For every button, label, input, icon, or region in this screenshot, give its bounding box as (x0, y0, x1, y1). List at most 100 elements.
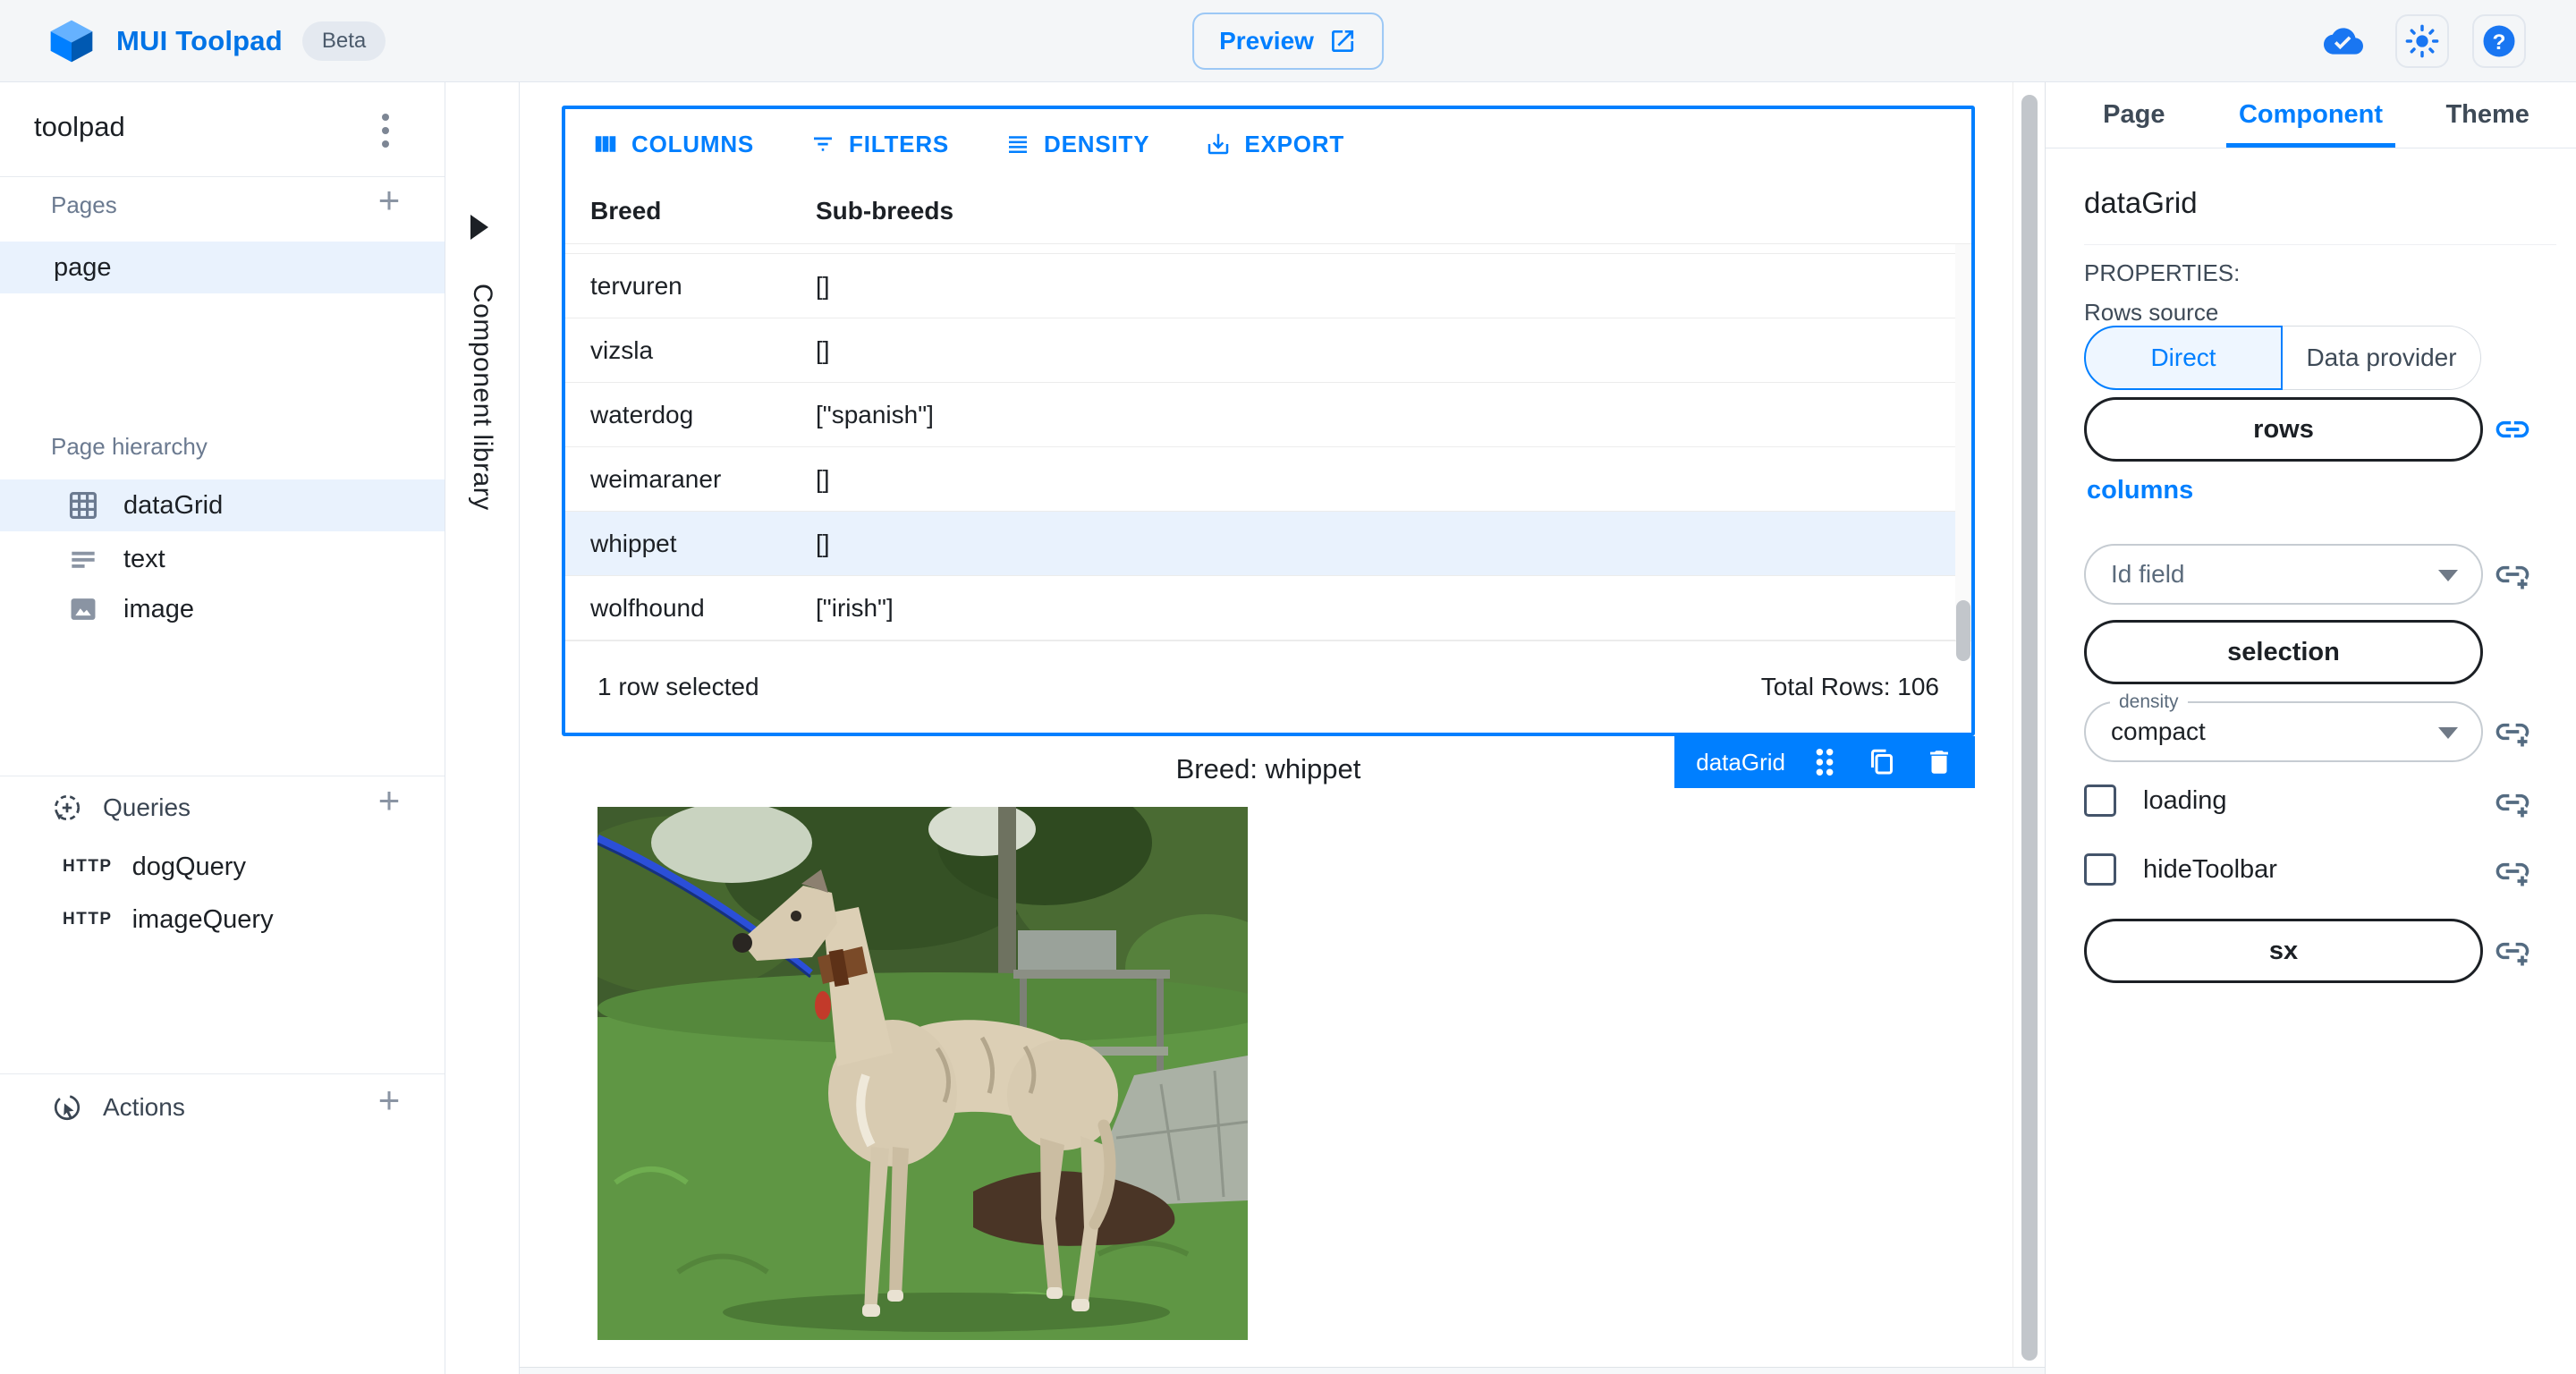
query-item-dogquery[interactable]: HTTP dogQuery (0, 841, 445, 893)
rows-property-button[interactable]: rows (2084, 397, 2483, 462)
beta-badge: Beta (302, 21, 386, 61)
text-component[interactable]: Breed: whippet (562, 753, 1975, 785)
inspector-panel: Page Component Theme dataGrid PROPERTIES… (2045, 82, 2576, 1374)
export-button[interactable]: EXPORT (1205, 131, 1344, 158)
main-area: toolpad Pages + page Page hierarchy data… (0, 82, 2576, 1374)
loading-add-binding-icon[interactable] (2493, 783, 2532, 822)
image-component-whippet-photo[interactable] (597, 807, 1248, 1340)
actions-section-header: Actions (51, 1091, 185, 1124)
filters-button-label: FILTERS (849, 131, 949, 158)
hierarchy-item-text[interactable]: text (0, 533, 445, 585)
theme-toggle-button[interactable] (2395, 14, 2449, 68)
datagrid-header-row: Breed Sub-breeds (565, 179, 1971, 244)
datagrid-footer: 1 row selected Total Rows: 106 (565, 640, 1971, 732)
cell-breed: waterdog (565, 401, 816, 429)
light-mode-sun-icon (2405, 24, 2439, 58)
hierarchy-item-datagrid[interactable]: dataGrid (0, 479, 445, 531)
sx-property-button[interactable]: sx (2084, 919, 2483, 983)
component-library-panel[interactable]: Component library (445, 82, 520, 1374)
data-grid-icon (66, 488, 100, 522)
preview-button[interactable]: Preview (1192, 13, 1384, 70)
density-add-binding-icon[interactable] (2493, 712, 2532, 751)
canvas-scrollbar[interactable] (2012, 82, 2045, 1374)
tab-page[interactable]: Page (2046, 82, 2223, 148)
id-field-placeholder: Id field (2111, 560, 2185, 589)
component-library-label: Component library (467, 284, 497, 511)
help-button[interactable]: ? (2472, 14, 2526, 68)
table-row[interactable]: vizsla [] (565, 318, 1971, 383)
tab-theme[interactable]: Theme (2399, 82, 2576, 148)
queries-section-header: Queries (51, 792, 191, 824)
preview-button-label: Preview (1219, 27, 1314, 55)
column-header-breed[interactable]: Breed (565, 197, 816, 225)
table-row[interactable]: tervuren [] (565, 254, 1971, 318)
query-item-label: imageQuery (132, 905, 274, 935)
id-field-add-binding-icon[interactable] (2493, 555, 2532, 594)
cell-sub-breeds: ["irish"] (816, 594, 894, 623)
columns-button[interactable]: COLUMNS (592, 131, 754, 158)
hierarchy-item-label: dataGrid (123, 491, 223, 521)
page-hierarchy-label: Page hierarchy (51, 433, 208, 461)
partial-row (565, 244, 1971, 254)
datagrid-scrollbar[interactable] (1955, 244, 1971, 640)
total-rows: Total Rows: 106 (1761, 673, 1939, 701)
canvas-scrollbar-thumb[interactable] (2021, 95, 2038, 1361)
filter-icon (809, 131, 836, 157)
chevron-down-icon (2438, 727, 2458, 739)
tab-component[interactable]: Component (2223, 82, 2400, 148)
project-menu-button[interactable] (368, 111, 403, 150)
http-badge: HTTP (63, 910, 113, 929)
loading-checkbox-row[interactable]: loading (2084, 785, 2227, 817)
sx-add-binding-icon[interactable] (2493, 931, 2532, 971)
datagrid-component[interactable]: COLUMNS FILTERS DENSITY (562, 106, 1975, 736)
table-row-selected[interactable]: whippet [] (565, 512, 1971, 576)
table-row[interactable]: waterdog ["spanish"] (565, 383, 1971, 447)
table-row[interactable]: wolfhound ["irish"] (565, 576, 1971, 640)
density-icon (1004, 131, 1031, 157)
column-header-sub-breeds[interactable]: Sub-breeds (816, 197, 953, 225)
hide-toolbar-checkbox[interactable] (2084, 853, 2116, 886)
add-action-button[interactable]: + (369, 1082, 409, 1122)
cell-breed: wolfhound (565, 594, 816, 623)
add-page-button[interactable]: + (369, 182, 409, 222)
rows-binding-link-icon[interactable] (2493, 410, 2532, 449)
id-field-select[interactable]: Id field (2084, 544, 2483, 605)
hierarchy-item-label: image (123, 595, 194, 624)
datagrid-scrollbar-thumb[interactable] (1956, 600, 1970, 661)
divider (0, 1073, 445, 1074)
help-question-icon: ? (2480, 22, 2518, 60)
page-item-label: page (54, 253, 112, 283)
filters-button[interactable]: FILTERS (809, 131, 949, 158)
pages-section-label: Pages (51, 191, 117, 219)
brand: MUI Toolpad Beta (0, 19, 386, 64)
table-row[interactable]: weimaraner [] (565, 447, 1971, 512)
density-button[interactable]: DENSITY (1004, 131, 1149, 158)
cell-sub-breeds: ["spanish"] (816, 401, 934, 429)
loading-label: loading (2143, 786, 2227, 816)
columns-icon (592, 131, 619, 157)
cell-sub-breeds: [] (816, 530, 830, 558)
hide-toolbar-add-binding-icon[interactable] (2493, 852, 2532, 891)
cell-sub-breeds: [] (816, 465, 830, 494)
density-button-label: DENSITY (1044, 131, 1149, 158)
hierarchy-item-image[interactable]: image (0, 583, 445, 635)
actions-icon (51, 1091, 83, 1124)
rows-source-label: Rows source (2084, 299, 2218, 327)
cell-breed: tervuren (565, 272, 816, 301)
hide-toolbar-checkbox-row[interactable]: hideToolbar (2084, 853, 2277, 886)
hierarchy-item-label: text (123, 545, 165, 574)
selection-property-button[interactable]: selection (2084, 620, 2483, 684)
loading-checkbox[interactable] (2084, 785, 2116, 817)
mui-logo-icon (47, 19, 97, 64)
rows-source-data-provider-option[interactable]: Data provider (2283, 326, 2481, 390)
component-title: dataGrid (2084, 186, 2198, 220)
query-item-imagequery[interactable]: HTTP imageQuery (0, 894, 445, 946)
add-query-button[interactable]: + (369, 783, 409, 822)
columns-property-link[interactable]: columns (2087, 476, 2193, 505)
rows-source-direct-option[interactable]: Direct (2084, 326, 2283, 390)
sidebar-item-page[interactable]: page (0, 242, 445, 293)
datagrid-toolbar: COLUMNS FILTERS DENSITY (565, 109, 1971, 179)
cell-breed: weimaraner (565, 465, 816, 494)
canvas-bottom-scroll-area (520, 1367, 2045, 1374)
text-icon (66, 542, 100, 576)
